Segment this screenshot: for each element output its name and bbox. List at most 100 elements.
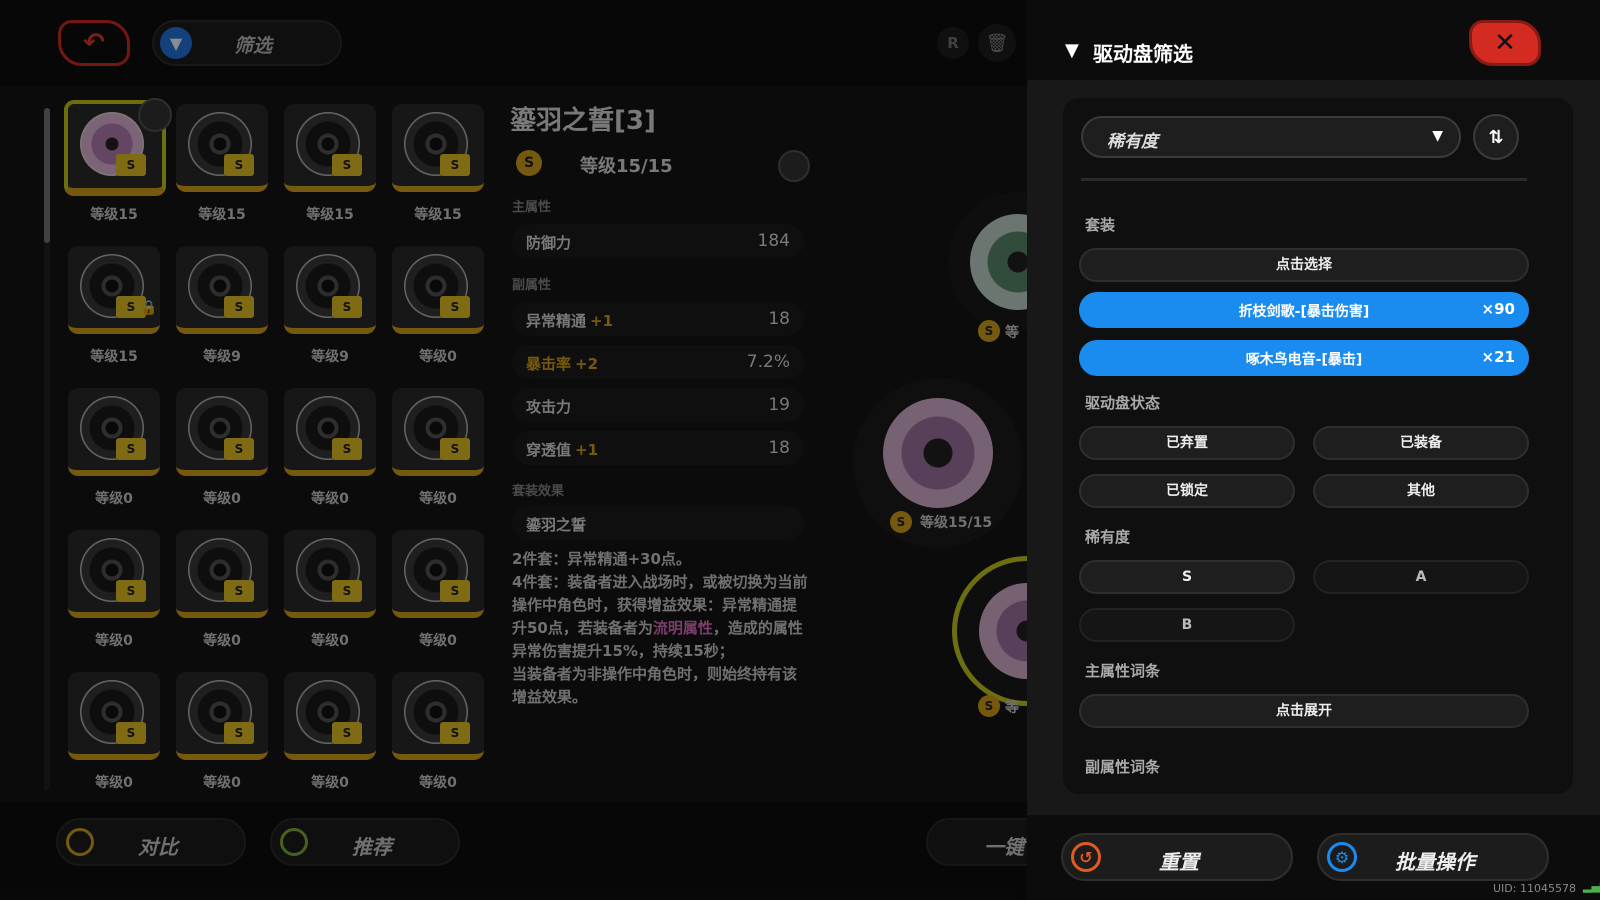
r-hotkey-button[interactable]: R: [937, 27, 969, 59]
close-icon: ✕: [1494, 28, 1516, 58]
sort-order-toggle-icon[interactable]: ⇅: [1473, 114, 1519, 160]
rank-s-icon: S: [116, 722, 146, 744]
disc-thumbnail: S: [392, 246, 484, 334]
rank-s-icon: S: [224, 438, 254, 460]
disc-item[interactable]: S 🔒 等级15: [64, 242, 166, 370]
disc-item[interactable]: S 等级0: [388, 526, 490, 654]
disc-thumbnail: S 🔒: [68, 246, 160, 334]
drive-disc-inventory: ↶ ▼ 筛选 R 🗑 S 等级15 S 等级15 S 等级15 S 等级15 S 🔒 等级15 S 等级…: [0, 0, 1027, 900]
rank-s-icon: S: [116, 580, 146, 602]
compare-label: 对比: [138, 835, 178, 859]
rank-s-icon: S: [116, 438, 146, 460]
sub-stat-name: 异常精通 +1: [526, 312, 614, 330]
sub-stat-row: 暴击率 +2 7.2%: [512, 345, 804, 379]
disc-level-label: 等级0: [282, 630, 378, 652]
equipped-slot-3-selected[interactable]: [952, 556, 1027, 706]
set-name-row: 鎏羽之誓: [512, 506, 804, 540]
sub-stat-value: 7.2%: [746, 352, 790, 372]
disc-item[interactable]: S 等级9: [172, 242, 274, 370]
disc-item[interactable]: S 等级0: [280, 526, 382, 654]
status-discarded[interactable]: 已弃置: [1079, 426, 1295, 460]
bottom-bar: 对比 推荐 一键: [0, 802, 1027, 900]
sub-stat-name: 穿透值 +1: [526, 441, 599, 459]
rarity-a[interactable]: A: [1313, 560, 1529, 594]
disc-thumbnail: S: [284, 530, 376, 618]
divider: [1081, 178, 1527, 181]
main-stat-name: 防御力: [526, 234, 572, 252]
recommend-label: 推荐: [352, 835, 392, 859]
batch-operation-button[interactable]: ⚙ 批量操作: [1317, 833, 1549, 881]
rarity-s[interactable]: S: [1079, 560, 1295, 594]
top-bar: ↶ ▼ 筛选 R 🗑: [0, 0, 1027, 86]
rarity-header: 稀有度: [1085, 528, 1131, 546]
disc-level-label: 等级0: [66, 630, 162, 652]
disc-level: 等级15/15: [580, 156, 673, 177]
trash-icon[interactable]: 🗑: [978, 24, 1016, 62]
set-effect-header: 套装效果: [512, 484, 565, 499]
filter-button[interactable]: ▼ 筛选: [152, 20, 342, 66]
selected-set-2[interactable]: 啄木鸟电音-[暴击] ×21: [1079, 340, 1529, 376]
disc-item[interactable]: S 等级15: [64, 98, 172, 228]
disc-item[interactable]: S 等级0: [388, 384, 490, 512]
rank-s-icon: S: [116, 154, 146, 176]
sub-stat-name: 暴击率 +2: [526, 355, 599, 373]
status-equipped[interactable]: 已装备: [1313, 426, 1529, 460]
disc-item[interactable]: S 等级0: [280, 668, 382, 796]
rank-s-icon: S: [332, 580, 362, 602]
back-button[interactable]: ↶: [58, 20, 130, 66]
rank-s-icon: S: [224, 154, 254, 176]
equipped-slot-1[interactable]: [948, 192, 1027, 332]
compare-button[interactable]: 对比: [56, 818, 246, 866]
disc-level-label: 等级0: [390, 346, 486, 368]
filter-label: 筛选: [234, 35, 273, 57]
panel-title: 驱动盘筛选: [1093, 42, 1193, 66]
disc-item[interactable]: S 等级0: [172, 526, 274, 654]
sub-stat-upgrade: +1: [575, 441, 599, 459]
status-other[interactable]: 其他: [1313, 474, 1529, 508]
expand-main-stat-button[interactable]: 点击展开: [1079, 694, 1529, 728]
set-select-button[interactable]: 点击选择: [1079, 248, 1529, 282]
disc-item[interactable]: S 等级15: [388, 100, 490, 228]
disc-item[interactable]: S 等级0: [172, 384, 274, 512]
set-desc-offfield: 当装备者为非操作中角色时，则始终持有该增益效果。: [512, 665, 798, 706]
chevron-down-icon: ▼: [1432, 128, 1443, 144]
reset-button[interactable]: ↺ 重置: [1061, 833, 1293, 881]
disc-level-label: 等级15: [282, 204, 378, 226]
sub-stat-filter-header: 副属性词条: [1085, 758, 1161, 776]
set-desc-4pc: 4件套：装备者进入战场时，或被切换为当前操作中角色时，获得增益效果：异常精通提升…: [512, 573, 808, 660]
disc-item[interactable]: S 等级0: [172, 668, 274, 796]
rank-s-icon: S: [332, 296, 362, 318]
one-key-label: 一键: [984, 835, 1024, 859]
sort-dropdown[interactable]: 稀有度 ▼: [1081, 116, 1461, 158]
recommend-button[interactable]: 推荐: [270, 818, 460, 866]
selected-set-2-count: ×21: [1481, 348, 1515, 366]
disc-thumbnail: S: [392, 388, 484, 476]
rarity-b[interactable]: B: [1079, 608, 1295, 642]
status-header: 驱动盘状态: [1085, 394, 1161, 412]
disc-level-label: 等级0: [66, 488, 162, 510]
one-key-button[interactable]: 一键: [926, 818, 1027, 866]
rank-s-icon: S: [332, 154, 362, 176]
disc-thumbnail: S: [176, 388, 268, 476]
close-button[interactable]: ✕: [1469, 20, 1541, 66]
disc-item[interactable]: S 等级15: [280, 100, 382, 228]
filter-options: 稀有度 ▼ ⇅ 套装 点击选择 折枝剑歌-[暴击伤害] ×90 啄木鸟电音-[暴…: [1063, 98, 1573, 794]
equipped-agent-avatar[interactable]: [778, 150, 810, 182]
disc-thumbnail: S: [176, 246, 268, 334]
disc-level-label: 等级15: [390, 204, 486, 226]
disc-level-label: 等级0: [390, 772, 486, 794]
disc-item[interactable]: S 等级0: [64, 526, 166, 654]
batch-operation-label: 批量操作: [1395, 850, 1475, 874]
status-locked[interactable]: 已锁定: [1079, 474, 1295, 508]
disc-item[interactable]: S 等级9: [280, 242, 382, 370]
disc-item[interactable]: S 等级0: [280, 384, 382, 512]
rank-s-icon: S: [332, 722, 362, 744]
disc-item[interactable]: S 等级0: [64, 668, 166, 796]
scrollbar-thumb[interactable]: [44, 108, 50, 243]
disc-item[interactable]: S 等级0: [64, 384, 166, 512]
disc-item[interactable]: S 等级0: [388, 668, 490, 796]
selected-set-1[interactable]: 折枝剑歌-[暴击伤害] ×90: [1079, 292, 1529, 328]
sub-stat-row: 异常精通 +1 18: [512, 302, 804, 336]
disc-item[interactable]: S 等级0: [388, 242, 490, 370]
disc-item[interactable]: S 等级15: [172, 100, 274, 228]
